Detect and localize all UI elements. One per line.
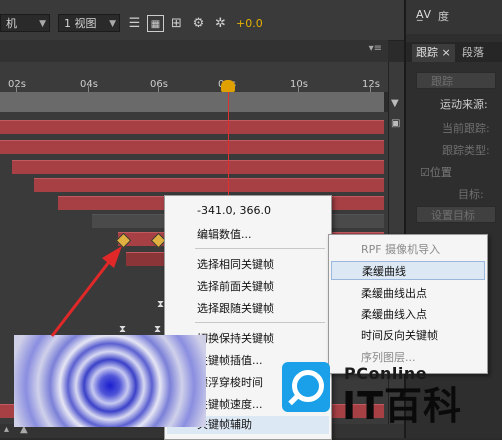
- menu-item-rove[interactable]: 漂浮穿梭时间: [197, 374, 263, 390]
- checkbox-icon: ☑: [420, 166, 430, 179]
- hierarchy-icon[interactable]: ⚙: [190, 15, 207, 32]
- tracking-icon: A̲V: [416, 8, 432, 21]
- submenu-item-rpf-import[interactable]: RPF 摄像机导入: [361, 241, 440, 257]
- layer-bar[interactable]: [34, 178, 384, 192]
- chevron-down-icon: ▼: [39, 19, 46, 29]
- camera-select[interactable]: 机 ▼: [0, 14, 50, 32]
- chevron-down-icon: ▼: [109, 19, 116, 29]
- grid-view-icon[interactable]: ▦: [147, 15, 164, 32]
- sparkle-icon[interactable]: ✲: [212, 15, 229, 32]
- track-type-label: 跟踪类型:: [442, 144, 490, 157]
- list-icon[interactable]: ☰: [126, 15, 143, 32]
- menu-item-interpolation[interactable]: 关键帧插值...: [197, 352, 263, 368]
- submenu-item-easy-ease-in[interactable]: 柔缓曲线入点: [361, 306, 427, 322]
- motion-source-label: 运动来源:: [440, 98, 488, 111]
- current-time-head[interactable]: [221, 80, 235, 92]
- zoom-out-icon[interactable]: ▴: [4, 424, 9, 435]
- tracking-label: 度: [438, 10, 449, 23]
- current-track-label: 当前跟踪:: [442, 122, 490, 135]
- chevron-down-icon[interactable]: ▼: [391, 98, 399, 109]
- watermark-brand-top: PConline: [344, 364, 428, 383]
- timeline-toolbar: 机 ▼ 1 视图 ▼ ☰ ▦ ⊞ ⚙ ✲ +0.0: [0, 0, 404, 41]
- menu-item-select-previous[interactable]: 选择前面关键帧: [197, 278, 274, 294]
- watermark-brand-main: IT百科: [342, 384, 463, 428]
- set-target-button[interactable]: 设置目标: [416, 206, 496, 223]
- panel-menu-icon[interactable]: ▾≡: [369, 43, 382, 54]
- comp-icon[interactable]: ▣: [391, 118, 400, 129]
- track-button[interactable]: 跟踪: [416, 72, 496, 89]
- menu-item-value: -341.0, 366.0: [197, 204, 271, 217]
- panel-tabs: 跟踪 × 段落: [406, 42, 502, 62]
- submenu-item-easy-ease-out[interactable]: 柔缓曲线出点: [361, 285, 427, 301]
- pconline-logo-icon: [282, 362, 330, 412]
- pconline-watermark: PConline IT百科: [282, 362, 500, 436]
- menu-separator: [195, 248, 325, 249]
- menu-item-edit-value[interactable]: 编辑数值...: [197, 226, 252, 242]
- node-graph-icon[interactable]: ⊞: [168, 15, 185, 32]
- view-select[interactable]: 1 视图 ▼: [58, 14, 120, 32]
- submenu-item-time-reverse[interactable]: 时间反向关键帧: [361, 327, 438, 343]
- menu-item-toggle-hold[interactable]: 切换保持关键帧: [197, 330, 274, 346]
- tab-tracker[interactable]: 跟踪 ×: [412, 44, 455, 62]
- layer-bar[interactable]: [0, 140, 384, 154]
- layer-bar[interactable]: [12, 160, 384, 174]
- time-ruler[interactable]: 02s 04s 06s 08s 10s 12s: [0, 62, 388, 92]
- keyframe-assistant-submenu: RPF 摄像机导入 柔缓曲线 柔缓曲线出点 柔缓曲线入点 时间反向关键帧 序列图…: [328, 234, 488, 374]
- menu-item-select-following[interactable]: 选择跟随关键帧: [197, 300, 274, 316]
- layer-bar[interactable]: [0, 120, 384, 134]
- submenu-item-easy-ease[interactable]: 柔缓曲线: [331, 261, 485, 280]
- current-time-indicator[interactable]: [228, 84, 229, 204]
- hold-keyframe-icon[interactable]: ⧗: [154, 325, 162, 335]
- tab-paragraph[interactable]: 段落: [458, 44, 488, 62]
- swirl-image: [14, 335, 206, 427]
- menu-item-velocity[interactable]: 关键帧速度...: [197, 396, 263, 412]
- timeline-header: ▾≡: [0, 40, 388, 63]
- hold-keyframe-icon[interactable]: ⧗: [119, 325, 127, 335]
- target-label: 目标:: [458, 188, 484, 201]
- menu-item-select-equal[interactable]: 选择相同关键帧: [197, 256, 274, 272]
- menu-separator: [195, 322, 325, 323]
- work-area-bar[interactable]: [0, 92, 384, 112]
- offset-value: +0.0: [236, 17, 263, 30]
- position-checkbox[interactable]: ☑位置: [420, 164, 452, 180]
- character-panel-strip: A̲V 度: [406, 0, 502, 34]
